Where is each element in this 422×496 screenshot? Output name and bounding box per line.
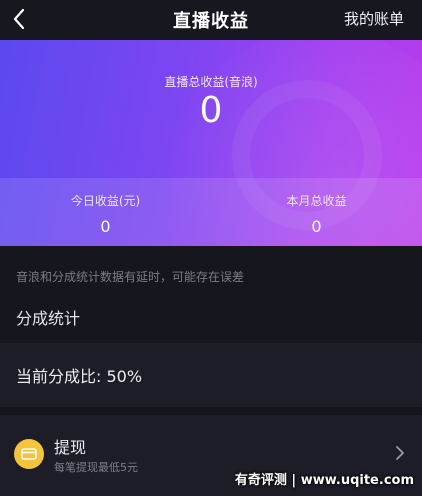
delay-notice: 音浪和分成统计数据有延时，可能存在误差 (16, 270, 245, 284)
wallet-card-icon (14, 439, 44, 469)
my-bill-link[interactable]: 我的账单 (344, 8, 404, 29)
today-earnings-label: 今日收益(元) (70, 194, 141, 208)
split-ratio-row: 当前分成比: 50% (0, 343, 422, 407)
live-earnings-screen: 直播收益 我的账单 直播总收益(音浪) 0 今日收益(元) 0 本月总收益 0 … (0, 0, 422, 496)
withdraw-subtitle: 每笔提现最低5元 (54, 461, 138, 474)
withdraw-title: 提现 (54, 438, 87, 457)
month-earnings: 本月总收益 0 (211, 178, 422, 246)
today-earnings: 今日收益(元) 0 (0, 178, 211, 246)
watermark-text: 有奇评测 | www.uqite.com (234, 473, 414, 488)
total-earnings-label: 直播总收益(音浪) (164, 75, 258, 89)
earnings-card: 直播总收益(音浪) 0 今日收益(元) 0 本月总收益 0 (0, 40, 422, 246)
split-ratio-text: 当前分成比: 50% (16, 367, 143, 386)
card-summary-strip: 今日收益(元) 0 本月总收益 0 (0, 178, 422, 246)
split-section-title: 分成统计 (16, 309, 81, 328)
nav-bar: 直播收益 我的账单 (0, 0, 422, 40)
today-earnings-value: 0 (100, 217, 111, 236)
month-earnings-value: 0 (311, 217, 322, 236)
chevron-right-icon (396, 446, 404, 460)
total-earnings-value: 0 (199, 90, 223, 131)
section-divider (0, 407, 422, 415)
month-earnings-label: 本月总收益 (286, 194, 347, 208)
